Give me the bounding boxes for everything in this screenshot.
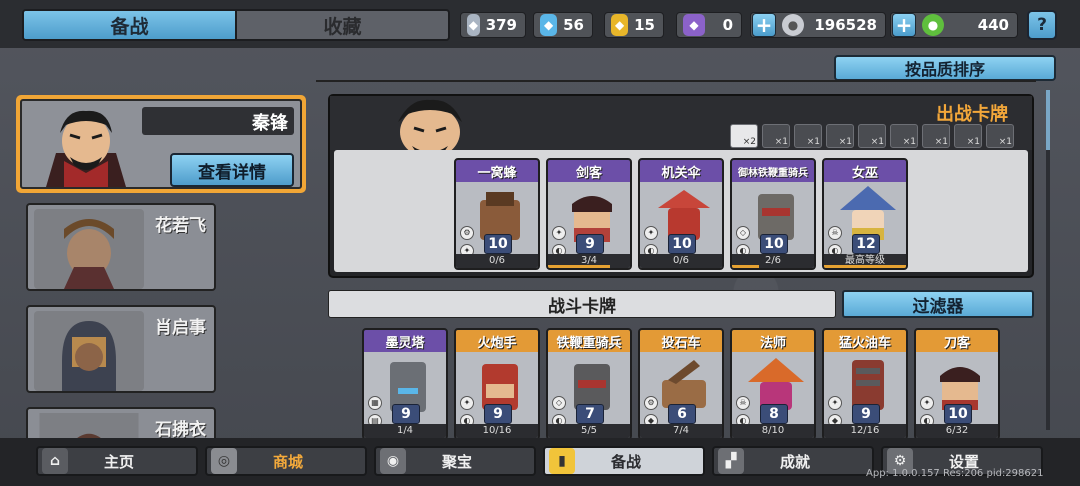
view-details-button[interactable]: 查看详情 — [170, 153, 294, 187]
tab-collection[interactable]: 收藏 — [237, 11, 448, 39]
silver-currency: + ● 196528 — [750, 12, 886, 38]
skull-icon: ☠ — [828, 226, 842, 240]
main-tabs: 备战 收藏 — [22, 9, 450, 41]
battle-card[interactable]: 法师 ☠ ◐ 8 8/10 — [730, 328, 816, 440]
sword-icon: ✦ — [920, 396, 934, 410]
tab-prepare[interactable]: 备战 — [24, 11, 237, 39]
hero-name: 花若飞 — [155, 216, 206, 236]
nav-home[interactable]: ⌂ 主页 — [36, 446, 198, 476]
jade-currency: + ● 440 — [890, 12, 1018, 38]
shield-icon: ◇ — [736, 226, 750, 240]
top-bar: 备战 收藏 ◆ 379 ◆ 56 ◆ 15 ◆ 0 + ● 196528 + ●… — [0, 0, 1080, 48]
sort-by-quality-button[interactable]: 按品质排序 — [834, 55, 1056, 81]
battle-cards-header: 战斗卡牌 — [328, 290, 836, 318]
card-progress — [732, 265, 760, 268]
deck-title: 出战卡牌 — [936, 104, 1008, 125]
battle-card[interactable]: 猛火油车 ✦ ◆ 9 12/16 — [822, 328, 908, 440]
hero-portrait-qinfeng — [26, 103, 146, 187]
deck-slot: ×1 — [986, 124, 1014, 148]
filter-button[interactable]: 过滤器 — [842, 290, 1034, 318]
nav-shop[interactable]: ◎ 商城 — [205, 446, 367, 476]
sword-icon: ✦ — [644, 226, 658, 240]
battle-card[interactable]: 火炮手 ✦ ◐ 9 10/16 — [454, 328, 540, 440]
deck-card[interactable]: 剑客 ✦ ◐ 9 3/4 — [546, 158, 632, 270]
deck-slot: ×1 — [826, 124, 854, 148]
shield-icon: ◇ — [552, 396, 566, 410]
version-info: App: 1.0.0.157 Res:206 pid:298621 — [866, 468, 1044, 479]
battle-card[interactable]: 铁鞭重骑兵 ◇ ◐ 7 5/5 — [546, 328, 632, 440]
deck-slot: ×1 — [954, 124, 982, 148]
deck-card[interactable]: 机关伞 ✦ ◐ 10 0/6 — [638, 158, 724, 270]
deck-slot: ×1 — [858, 124, 886, 148]
battle-card[interactable]: 墨灵塔 ▦ ▤ 9 1/4 — [362, 328, 448, 440]
resource-purple-shield: ◆ 0 — [676, 12, 742, 38]
cards-icon: ▮ — [549, 448, 575, 474]
deck-slot: ×2 — [730, 124, 758, 148]
jade-coin-icon: ● — [922, 14, 944, 36]
hero-card-selected[interactable]: 秦锋 查看详情 — [16, 95, 306, 193]
deck-slot: ×1 — [762, 124, 790, 148]
deck-card[interactable]: 一窝蜂 ⚙ ✦ 10 0/6 — [454, 158, 540, 270]
nav-treasure[interactable]: ◉ 聚宝 — [374, 446, 536, 476]
deck-card[interactable]: 女巫 ☠ ◐ 12 最高等级 — [822, 158, 908, 270]
card-progress — [548, 265, 610, 268]
help-button[interactable]: ? — [1027, 10, 1057, 40]
hero-name: 肖启事 — [155, 318, 206, 338]
silver-shield-icon: ◆ — [467, 14, 480, 36]
tower-icon: ▦ — [368, 396, 382, 410]
sword-icon: ✦ — [828, 396, 842, 410]
deck-hero-portrait — [398, 99, 462, 152]
battle-card[interactable]: 投石车 ⚙ ◆ 6 7/4 — [638, 328, 724, 440]
resource-silver-shield: ◆ 379 — [460, 12, 526, 38]
divider — [316, 80, 1036, 82]
hero-portrait — [34, 311, 144, 391]
deck-slot: ×1 — [890, 124, 918, 148]
deck-slot-row: ×2 ×1 ×1 ×1 ×1 ×1 ×1 ×1 ×1 — [730, 124, 1014, 148]
gold-shield-icon: ◆ — [611, 14, 629, 36]
treasure-icon: ◉ — [380, 448, 406, 474]
scrollbar[interactable] — [1046, 90, 1050, 430]
blue-crystal-icon: ◆ — [540, 14, 558, 36]
sword-icon: ✦ — [552, 226, 566, 240]
coins-icon: ◎ — [211, 448, 237, 474]
deck-slot: ×1 — [794, 124, 822, 148]
sword-icon: ✦ — [460, 396, 474, 410]
nav-prepare[interactable]: ▮ 备战 — [543, 446, 705, 476]
achievement-icon: ▞ — [718, 448, 744, 474]
scrollbar-thumb[interactable] — [1046, 90, 1050, 150]
gear-icon: ⚙ — [460, 226, 474, 240]
card-progress — [824, 265, 906, 268]
add-silver-button[interactable]: + — [752, 13, 776, 37]
purple-shield-icon: ◆ — [683, 14, 705, 36]
battle-card[interactable]: 刀客 ✦ ◐ 10 6/32 — [914, 328, 1000, 440]
resource-blue-crystal: ◆ 56 — [533, 12, 593, 38]
add-jade-button[interactable]: + — [892, 13, 916, 37]
nav-achievement[interactable]: ▞ 成就 — [712, 446, 874, 476]
silver-coin-icon: ● — [782, 14, 804, 36]
home-icon: ⌂ — [42, 448, 68, 474]
hero-card[interactable]: 花若飞 — [26, 203, 216, 291]
deck-card[interactable]: 御林铁鞭重骑兵 ◇ ◐ 10 2/6 — [730, 158, 816, 270]
gear-icon: ⚙ — [644, 396, 658, 410]
skull-icon: ☠ — [736, 396, 750, 410]
resource-gold-shield: ◆ 15 — [604, 12, 664, 38]
hero-card[interactable]: 肖启事 — [26, 305, 216, 393]
hero-name: 石拂衣 — [155, 420, 206, 440]
hero-portrait — [34, 209, 144, 289]
hero-name-selected: 秦锋 — [252, 113, 288, 134]
deck-slot: ×1 — [922, 124, 950, 148]
